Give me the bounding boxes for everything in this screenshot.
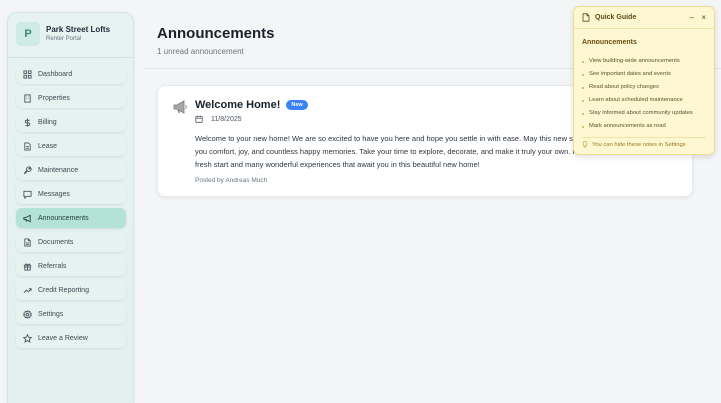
- sidebar-item-properties[interactable]: Properties: [16, 88, 126, 108]
- sidebar-item-label: Messages: [38, 190, 70, 198]
- close-button[interactable]: ×: [701, 13, 706, 23]
- brand-text: Park Street Lofts Renter Portal: [46, 25, 110, 44]
- quick-guide-title: Quick Guide: [595, 14, 637, 21]
- brand-subtitle: Renter Portal: [46, 35, 82, 42]
- announcement-posted-by: Posted by Andreas Much: [195, 177, 268, 184]
- dashboard-icon: [23, 69, 32, 79]
- announcement-body: Welcome to your new home! We are so exci…: [195, 134, 609, 169]
- new-badge: New: [286, 100, 308, 110]
- list-item-text: Learn about scheduled maintenance: [589, 97, 683, 103]
- announcement-title-row: Welcome Home! New: [195, 99, 308, 111]
- bullet-icon: [582, 86, 584, 89]
- sidebar-item-messages[interactable]: Messages: [16, 184, 126, 204]
- megaphone-icon: [23, 214, 31, 222]
- page-title: Announcements: [157, 25, 275, 42]
- sidebar-item-label: Dashboard: [38, 70, 73, 78]
- page-subtitle: 1 unread announcement: [157, 47, 244, 56]
- list-item-text: See important dates and events: [589, 71, 671, 77]
- sidebar: P Park Street Lofts Renter Portal Dashbo…: [7, 12, 134, 403]
- megaphone-icon: [173, 100, 187, 114]
- sidebar-item-leave-a-review[interactable]: Leave a Review: [16, 328, 126, 348]
- sidebar-item-announcements[interactable]: Announcements: [16, 208, 126, 228]
- list-item-text: Read about policy changes: [589, 84, 659, 90]
- quick-guide-panel: Quick Guide – × Announcements View build…: [573, 6, 715, 155]
- list-item-text: Mark announcements as read: [589, 123, 666, 129]
- quick-guide-tip-text: You can hide these notes in Settings: [592, 141, 686, 148]
- list-item: Mark announcements as read: [582, 120, 693, 133]
- sidebar-item-label: Documents: [38, 238, 74, 246]
- sidebar-item-documents[interactable]: Documents: [16, 232, 126, 252]
- announcement-date-row: 11/8/2025: [195, 115, 242, 123]
- quick-guide-header: Quick Guide – ×: [574, 7, 714, 29]
- list-item: Stay informed about community updates: [582, 107, 693, 120]
- minimize-button[interactable]: –: [690, 13, 694, 23]
- sidebar-item-billing[interactable]: Billing: [16, 112, 126, 132]
- list-item: View building-wide announcements: [582, 55, 693, 68]
- bullet-icon: [582, 73, 584, 76]
- file-icon: [24, 237, 31, 247]
- brand-name: Park Street Lofts: [46, 24, 111, 34]
- note-icon: [582, 13, 590, 22]
- lightbulb-icon: [582, 141, 588, 148]
- sidebar-item-credit-reporting[interactable]: Credit Reporting: [16, 280, 126, 300]
- quick-guide-section-title: Announcements: [582, 39, 637, 46]
- list-item-text: Stay informed about community updates: [589, 110, 693, 116]
- bullet-icon: [582, 125, 584, 128]
- brand[interactable]: P Park Street Lofts Renter Portal: [16, 22, 110, 46]
- sidebar-item-dashboard[interactable]: Dashboard: [16, 64, 126, 84]
- list-item: Learn about scheduled maintenance: [582, 94, 693, 107]
- sidebar-item-label: Billing: [38, 118, 57, 126]
- sidebar-item-label: Announcements: [38, 214, 89, 222]
- list-item: Read about policy changes: [582, 81, 693, 94]
- quick-guide-tip: You can hide these notes in Settings: [582, 141, 686, 148]
- quick-guide-divider: [582, 137, 706, 138]
- gear-icon: [23, 309, 32, 319]
- sidebar-item-label: Settings: [38, 310, 64, 318]
- sidebar-item-maintenance[interactable]: Maintenance: [16, 160, 126, 180]
- sidebar-item-settings[interactable]: Settings: [16, 304, 126, 324]
- main-header: Announcements 1 unread announcement: [157, 25, 275, 56]
- quick-guide-list: View building-wide announcements See imp…: [582, 55, 693, 133]
- document-icon: [24, 141, 31, 151]
- list-item-text: View building-wide announcements: [589, 58, 680, 64]
- chat-icon: [23, 190, 32, 199]
- list-item: See important dates and events: [582, 68, 693, 81]
- sidebar-item-label: Maintenance: [38, 166, 79, 174]
- bullet-icon: [582, 60, 584, 63]
- announcement-date: 11/8/2025: [211, 115, 242, 123]
- sidebar-item-label: Referrals: [38, 262, 67, 270]
- sidebar-item-referrals[interactable]: Referrals: [16, 256, 126, 276]
- building-icon: [24, 93, 31, 103]
- calendar-icon: [195, 115, 203, 123]
- sidebar-item-label: Lease: [38, 142, 58, 150]
- dollar-icon: [24, 117, 31, 127]
- sidebar-item-label: Credit Reporting: [38, 286, 89, 294]
- wrench-icon: [23, 165, 32, 174]
- bullet-icon: [582, 99, 584, 102]
- sidebar-item-lease[interactable]: Lease: [16, 136, 126, 156]
- sidebar-nav: Dashboard Properties Billing Lease Maint…: [16, 64, 126, 352]
- brand-divider: [8, 57, 133, 58]
- brand-logo: P: [16, 22, 40, 46]
- announcement-title: Welcome Home!: [195, 99, 281, 111]
- star-icon: [23, 333, 32, 343]
- bullet-icon: [582, 112, 584, 115]
- sidebar-item-label: Properties: [38, 94, 70, 102]
- gift-icon: [23, 262, 32, 271]
- sidebar-item-label: Leave a Review: [38, 334, 88, 342]
- trend-icon: [23, 287, 32, 293]
